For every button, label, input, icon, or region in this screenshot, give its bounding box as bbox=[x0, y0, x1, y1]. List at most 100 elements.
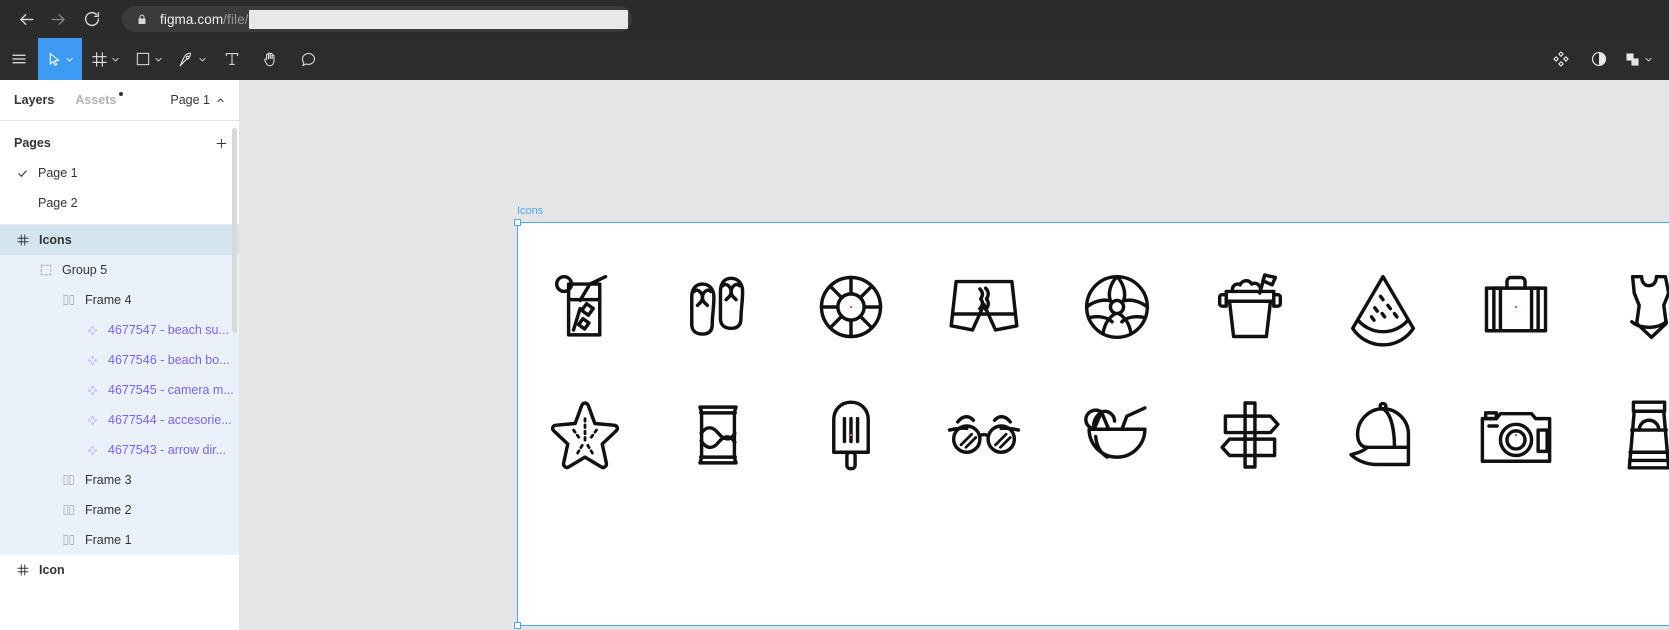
page-item-label: Page 2 bbox=[38, 196, 78, 210]
layer-name: Icon bbox=[39, 563, 65, 577]
layer-name: 4677545 - camera m... bbox=[108, 383, 234, 397]
layer-name: 4677547 - beach su... bbox=[108, 323, 229, 337]
page-item-2[interactable]: Page 2 bbox=[0, 188, 239, 218]
forward-button[interactable] bbox=[42, 3, 74, 35]
suitcase-icon[interactable] bbox=[1466, 257, 1566, 357]
layers-tree: Icons Group 5 Frame 4 4677547 - beach su… bbox=[0, 225, 239, 585]
frame-tool-button[interactable] bbox=[82, 38, 126, 80]
layer-row-frame-4[interactable]: Frame 4 bbox=[0, 285, 239, 315]
watermelon-slice-icon[interactable] bbox=[1333, 257, 1433, 357]
components-button[interactable] bbox=[1542, 50, 1580, 68]
center-anchor bbox=[849, 306, 852, 308]
mask-button[interactable] bbox=[1580, 50, 1618, 68]
cocktail-glass-icon[interactable] bbox=[535, 257, 635, 357]
starfish-icon[interactable] bbox=[535, 385, 635, 485]
component-icon bbox=[84, 352, 100, 368]
tab-layers[interactable]: Layers bbox=[14, 93, 54, 107]
browser-toolbar: figma.com/file/ bbox=[0, 0, 1669, 38]
chevron-down-icon bbox=[199, 57, 206, 61]
canvas-area[interactable]: Icons bbox=[240, 80, 1669, 630]
chevron-up-icon bbox=[217, 98, 224, 102]
auto-layout-icon bbox=[61, 472, 77, 488]
page-item-1[interactable]: Page 1 bbox=[0, 158, 239, 188]
plus-icon[interactable] bbox=[213, 135, 229, 151]
selected-frame[interactable] bbox=[514, 219, 1669, 629]
layer-row-frame-3[interactable]: Frame 3 bbox=[0, 465, 239, 495]
center-anchor bbox=[1514, 306, 1517, 308]
panel-tabs: Layers Assets Page 1 bbox=[0, 80, 239, 121]
component-icon bbox=[84, 382, 100, 398]
main-menu-button[interactable] bbox=[0, 38, 38, 80]
sunglasses-icon[interactable] bbox=[934, 385, 1034, 485]
layer-row-component-4677546[interactable]: 4677546 - beach bo... bbox=[0, 345, 239, 375]
page-item-label: Page 1 bbox=[38, 166, 78, 180]
hand-tool-button[interactable] bbox=[251, 38, 289, 80]
resize-handle-bottom-left[interactable] bbox=[514, 622, 521, 629]
layer-row-component-4677547[interactable]: 4677547 - beach su... bbox=[0, 315, 239, 345]
swim-shorts-icon[interactable] bbox=[934, 257, 1034, 357]
toolbar-left-group bbox=[0, 38, 327, 80]
sand-bucket-icon[interactable] bbox=[1200, 257, 1300, 357]
shape-tool-button[interactable] bbox=[126, 38, 169, 80]
popsicle-icon[interactable] bbox=[801, 385, 901, 485]
coconut-drink-icon[interactable] bbox=[1067, 385, 1167, 485]
life-ring-icon[interactable] bbox=[801, 257, 901, 357]
swimsuit-icon[interactable] bbox=[1599, 257, 1669, 357]
signpost-icon[interactable] bbox=[1200, 385, 1300, 485]
pen-tool-button[interactable] bbox=[169, 38, 213, 80]
check-icon bbox=[14, 168, 30, 179]
layer-row-frame-2[interactable]: Frame 2 bbox=[0, 495, 239, 525]
frame-label[interactable]: Icons bbox=[517, 206, 543, 217]
component-icon bbox=[84, 442, 100, 458]
sidebar-scrollbar[interactable] bbox=[232, 128, 237, 333]
layer-row-component-4677544[interactable]: 4677544 - accesorie... bbox=[0, 405, 239, 435]
flip-flops-icon[interactable] bbox=[668, 257, 768, 357]
reload-button[interactable] bbox=[76, 3, 108, 35]
frame-hash-icon bbox=[15, 232, 31, 248]
url-input[interactable] bbox=[248, 9, 628, 29]
group-icon bbox=[38, 262, 54, 278]
baseball-cap-icon[interactable] bbox=[1333, 385, 1433, 485]
pages-section: Pages Page 1 Page 2 bbox=[0, 121, 239, 225]
layer-name: Frame 4 bbox=[85, 293, 132, 307]
chevron-down-icon bbox=[1645, 57, 1652, 61]
pages-header-label: Pages bbox=[14, 136, 51, 150]
page-selector[interactable]: Page 1 bbox=[170, 93, 225, 107]
layer-row-icons[interactable]: Icons bbox=[0, 225, 239, 255]
layer-row-group-5[interactable]: Group 5 bbox=[0, 255, 239, 285]
layer-name: 4677546 - beach bo... bbox=[108, 353, 230, 367]
text-tool-button[interactable] bbox=[213, 38, 251, 80]
layer-name: Frame 1 bbox=[85, 533, 132, 547]
assets-badge-dot bbox=[119, 92, 124, 96]
left-panel: Layers Assets Page 1 Pages Page 1 Page 2… bbox=[0, 80, 240, 630]
icon-grid bbox=[518, 243, 1669, 499]
figma-app-window: figma.com/file/ Layers Assets Page 1 Pag… bbox=[0, 0, 1669, 630]
layer-row-component-4677543[interactable]: 4677543 - arrow dir... bbox=[0, 435, 239, 465]
soda-can-icon[interactable] bbox=[668, 385, 768, 485]
camera-icon[interactable] bbox=[1466, 385, 1566, 485]
move-tool-button[interactable] bbox=[38, 38, 82, 80]
toolbar-right-group bbox=[1542, 38, 1657, 80]
back-button[interactable] bbox=[10, 3, 42, 35]
tab-assets[interactable]: Assets bbox=[75, 92, 124, 107]
url-text: figma.com/file/ bbox=[160, 11, 249, 27]
auto-layout-icon bbox=[61, 532, 77, 548]
layer-row-icon[interactable]: Icon bbox=[0, 555, 239, 585]
center-anchor bbox=[1514, 434, 1517, 436]
layer-row-component-4677545[interactable]: 4677545 - camera m... bbox=[0, 375, 239, 405]
sunscreen-tube-icon[interactable] bbox=[1599, 385, 1669, 485]
comment-tool-button[interactable] bbox=[289, 38, 327, 80]
component-icon bbox=[84, 322, 100, 338]
beach-ball-icon[interactable] bbox=[1067, 257, 1167, 357]
layer-name: Frame 3 bbox=[85, 473, 132, 487]
layer-row-frame-1[interactable]: Frame 1 bbox=[0, 525, 239, 555]
layers-button[interactable] bbox=[1618, 51, 1657, 68]
chevron-down-icon bbox=[155, 57, 162, 61]
auto-layout-icon bbox=[61, 502, 77, 518]
address-bar[interactable]: figma.com/file/ bbox=[122, 6, 632, 32]
figma-toolbar bbox=[0, 38, 1669, 80]
resize-handle-top-left[interactable] bbox=[514, 219, 521, 226]
workspace: Layers Assets Page 1 Pages Page 1 Page 2… bbox=[0, 80, 1669, 630]
auto-layout-icon bbox=[61, 292, 77, 308]
center-anchor bbox=[849, 434, 852, 436]
